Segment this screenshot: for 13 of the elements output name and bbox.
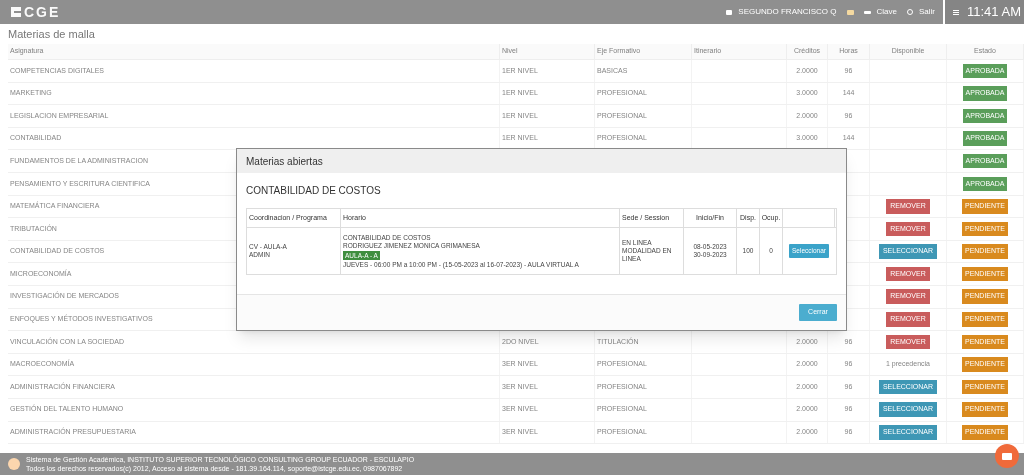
user-name[interactable]: SEGUNDO FRANCISCO Q bbox=[738, 6, 837, 18]
chat-button[interactable] bbox=[995, 444, 1019, 468]
power-link[interactable]: Salir bbox=[919, 6, 935, 18]
mail-icon[interactable] bbox=[846, 9, 854, 15]
modal-title: Materias abiertas bbox=[246, 154, 323, 169]
key-link[interactable]: Clave bbox=[876, 6, 897, 18]
subject-heading: CONTABILIDAD DE COSTOS bbox=[245, 184, 382, 198]
clock-time: 11:41 AM bbox=[967, 3, 1021, 22]
logo-text: CGE bbox=[24, 2, 61, 22]
page-title: Materias de malla bbox=[7, 26, 96, 42]
help-icon[interactable] bbox=[8, 458, 20, 470]
logo-icon bbox=[10, 6, 22, 18]
menu-icon[interactable] bbox=[953, 9, 959, 15]
